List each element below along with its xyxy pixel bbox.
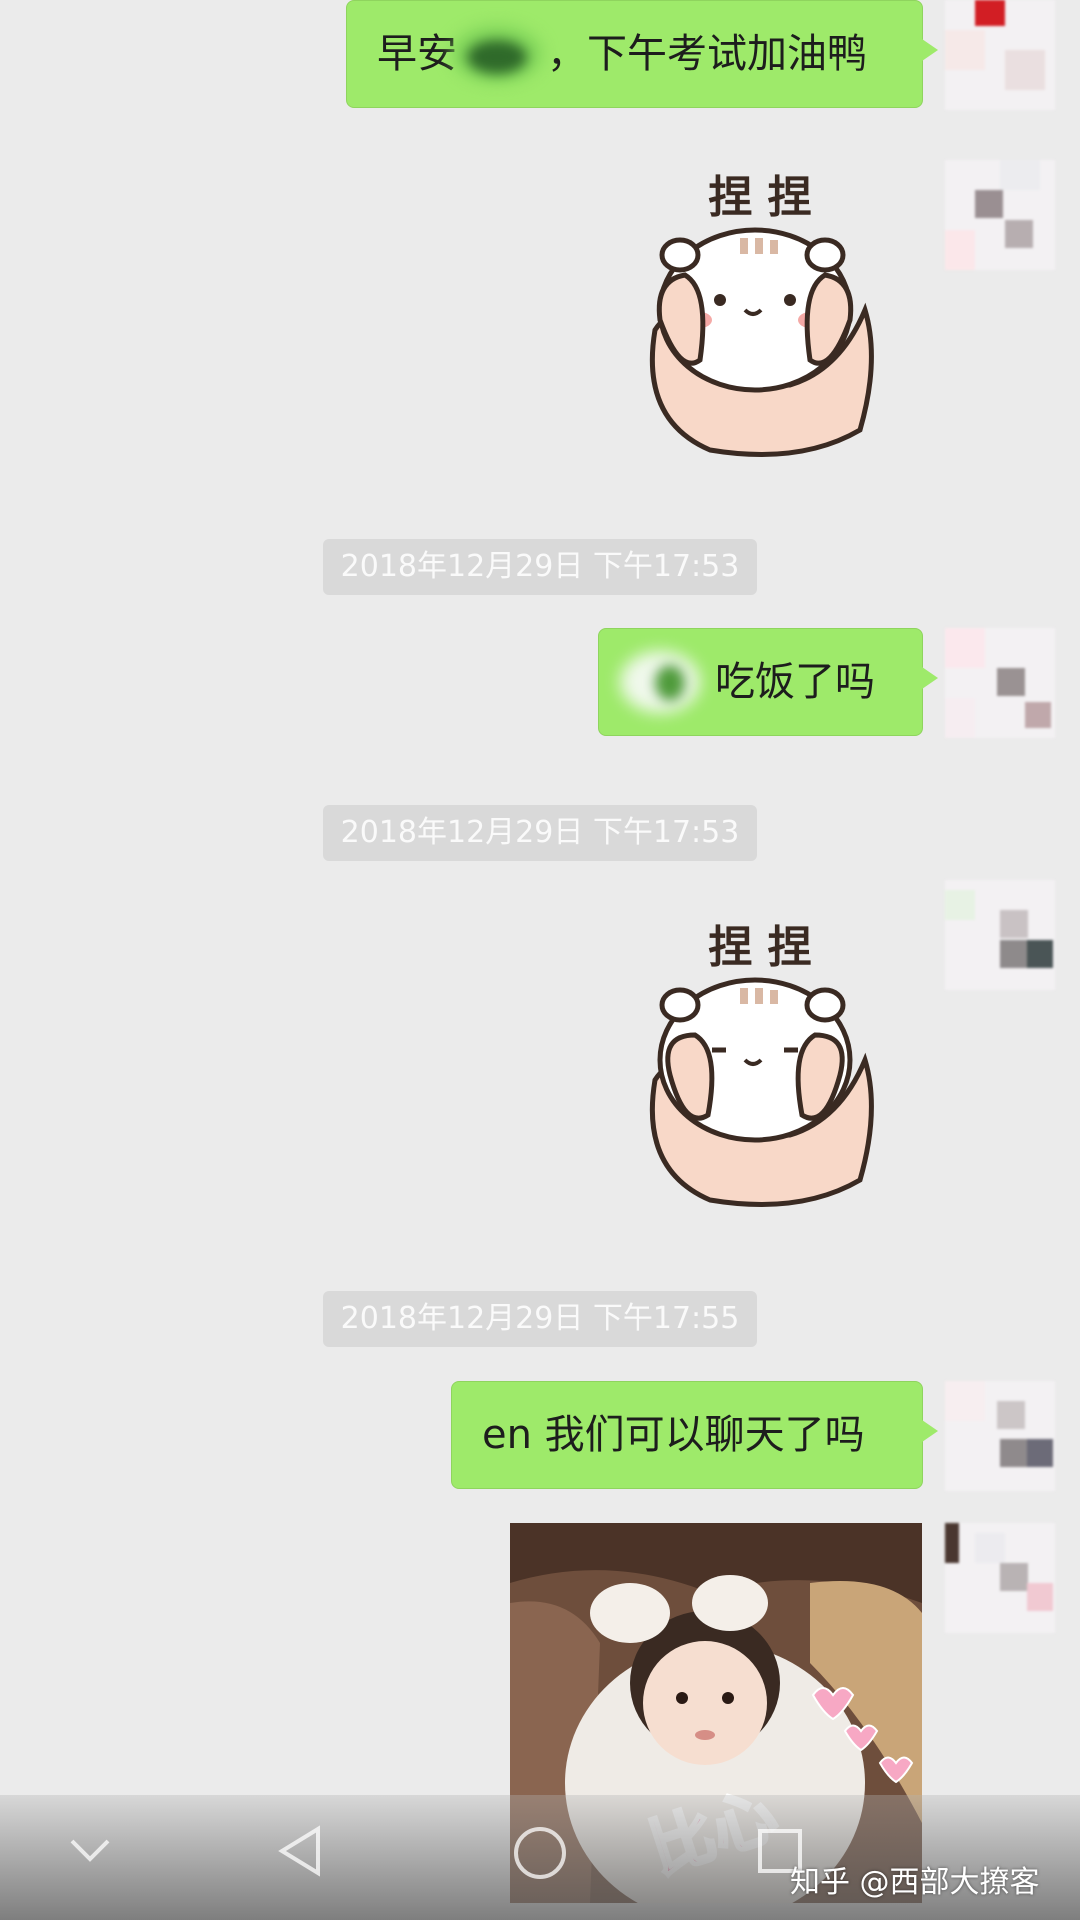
- avatar[interactable]: [945, 0, 1055, 110]
- message-text: 早安: [377, 31, 457, 77]
- censored-word: [615, 651, 715, 713]
- message-text-rest: ，下午考试加油鸭: [547, 31, 867, 77]
- sticker-caption: 捏 捏: [708, 172, 811, 223]
- avatar[interactable]: [945, 160, 1055, 270]
- sticker-pinch-cat[interactable]: 捏 捏: [640, 910, 880, 1210]
- message-bubble-can-we-chat[interactable]: en 我们可以聊天了吗: [451, 1381, 938, 1489]
- sticker-pinch-cat[interactable]: 捏 捏: [640, 160, 880, 460]
- timestamp: 2018年12月29日 下午17:53: [323, 805, 757, 861]
- message-bubble-have-you-eaten[interactable]: 吃饭了吗: [598, 628, 938, 736]
- timestamp: 2018年12月29日 下午17:55: [323, 1291, 757, 1347]
- message-bubble-good-morning[interactable]: 早安 ，下午考试加油鸭: [346, 0, 938, 108]
- avatar[interactable]: [945, 1381, 1055, 1491]
- avatar[interactable]: [945, 880, 1055, 990]
- home-circle-icon[interactable]: [512, 1825, 568, 1881]
- timestamp: 2018年12月29日 下午17:53: [323, 539, 757, 595]
- back-triangle-icon[interactable]: [276, 1825, 324, 1877]
- avatar[interactable]: [945, 1523, 1055, 1633]
- avatar[interactable]: [945, 628, 1055, 738]
- message-text: en 我们可以聊天了吗: [482, 1412, 865, 1458]
- watermark: 知乎 @西部大撩客: [790, 1865, 1040, 1900]
- chevron-down-icon[interactable]: [68, 1835, 112, 1865]
- sticker-caption: 捏 捏: [708, 922, 811, 973]
- censored-name: [452, 26, 547, 82]
- message-text: 吃饭了吗: [715, 659, 875, 705]
